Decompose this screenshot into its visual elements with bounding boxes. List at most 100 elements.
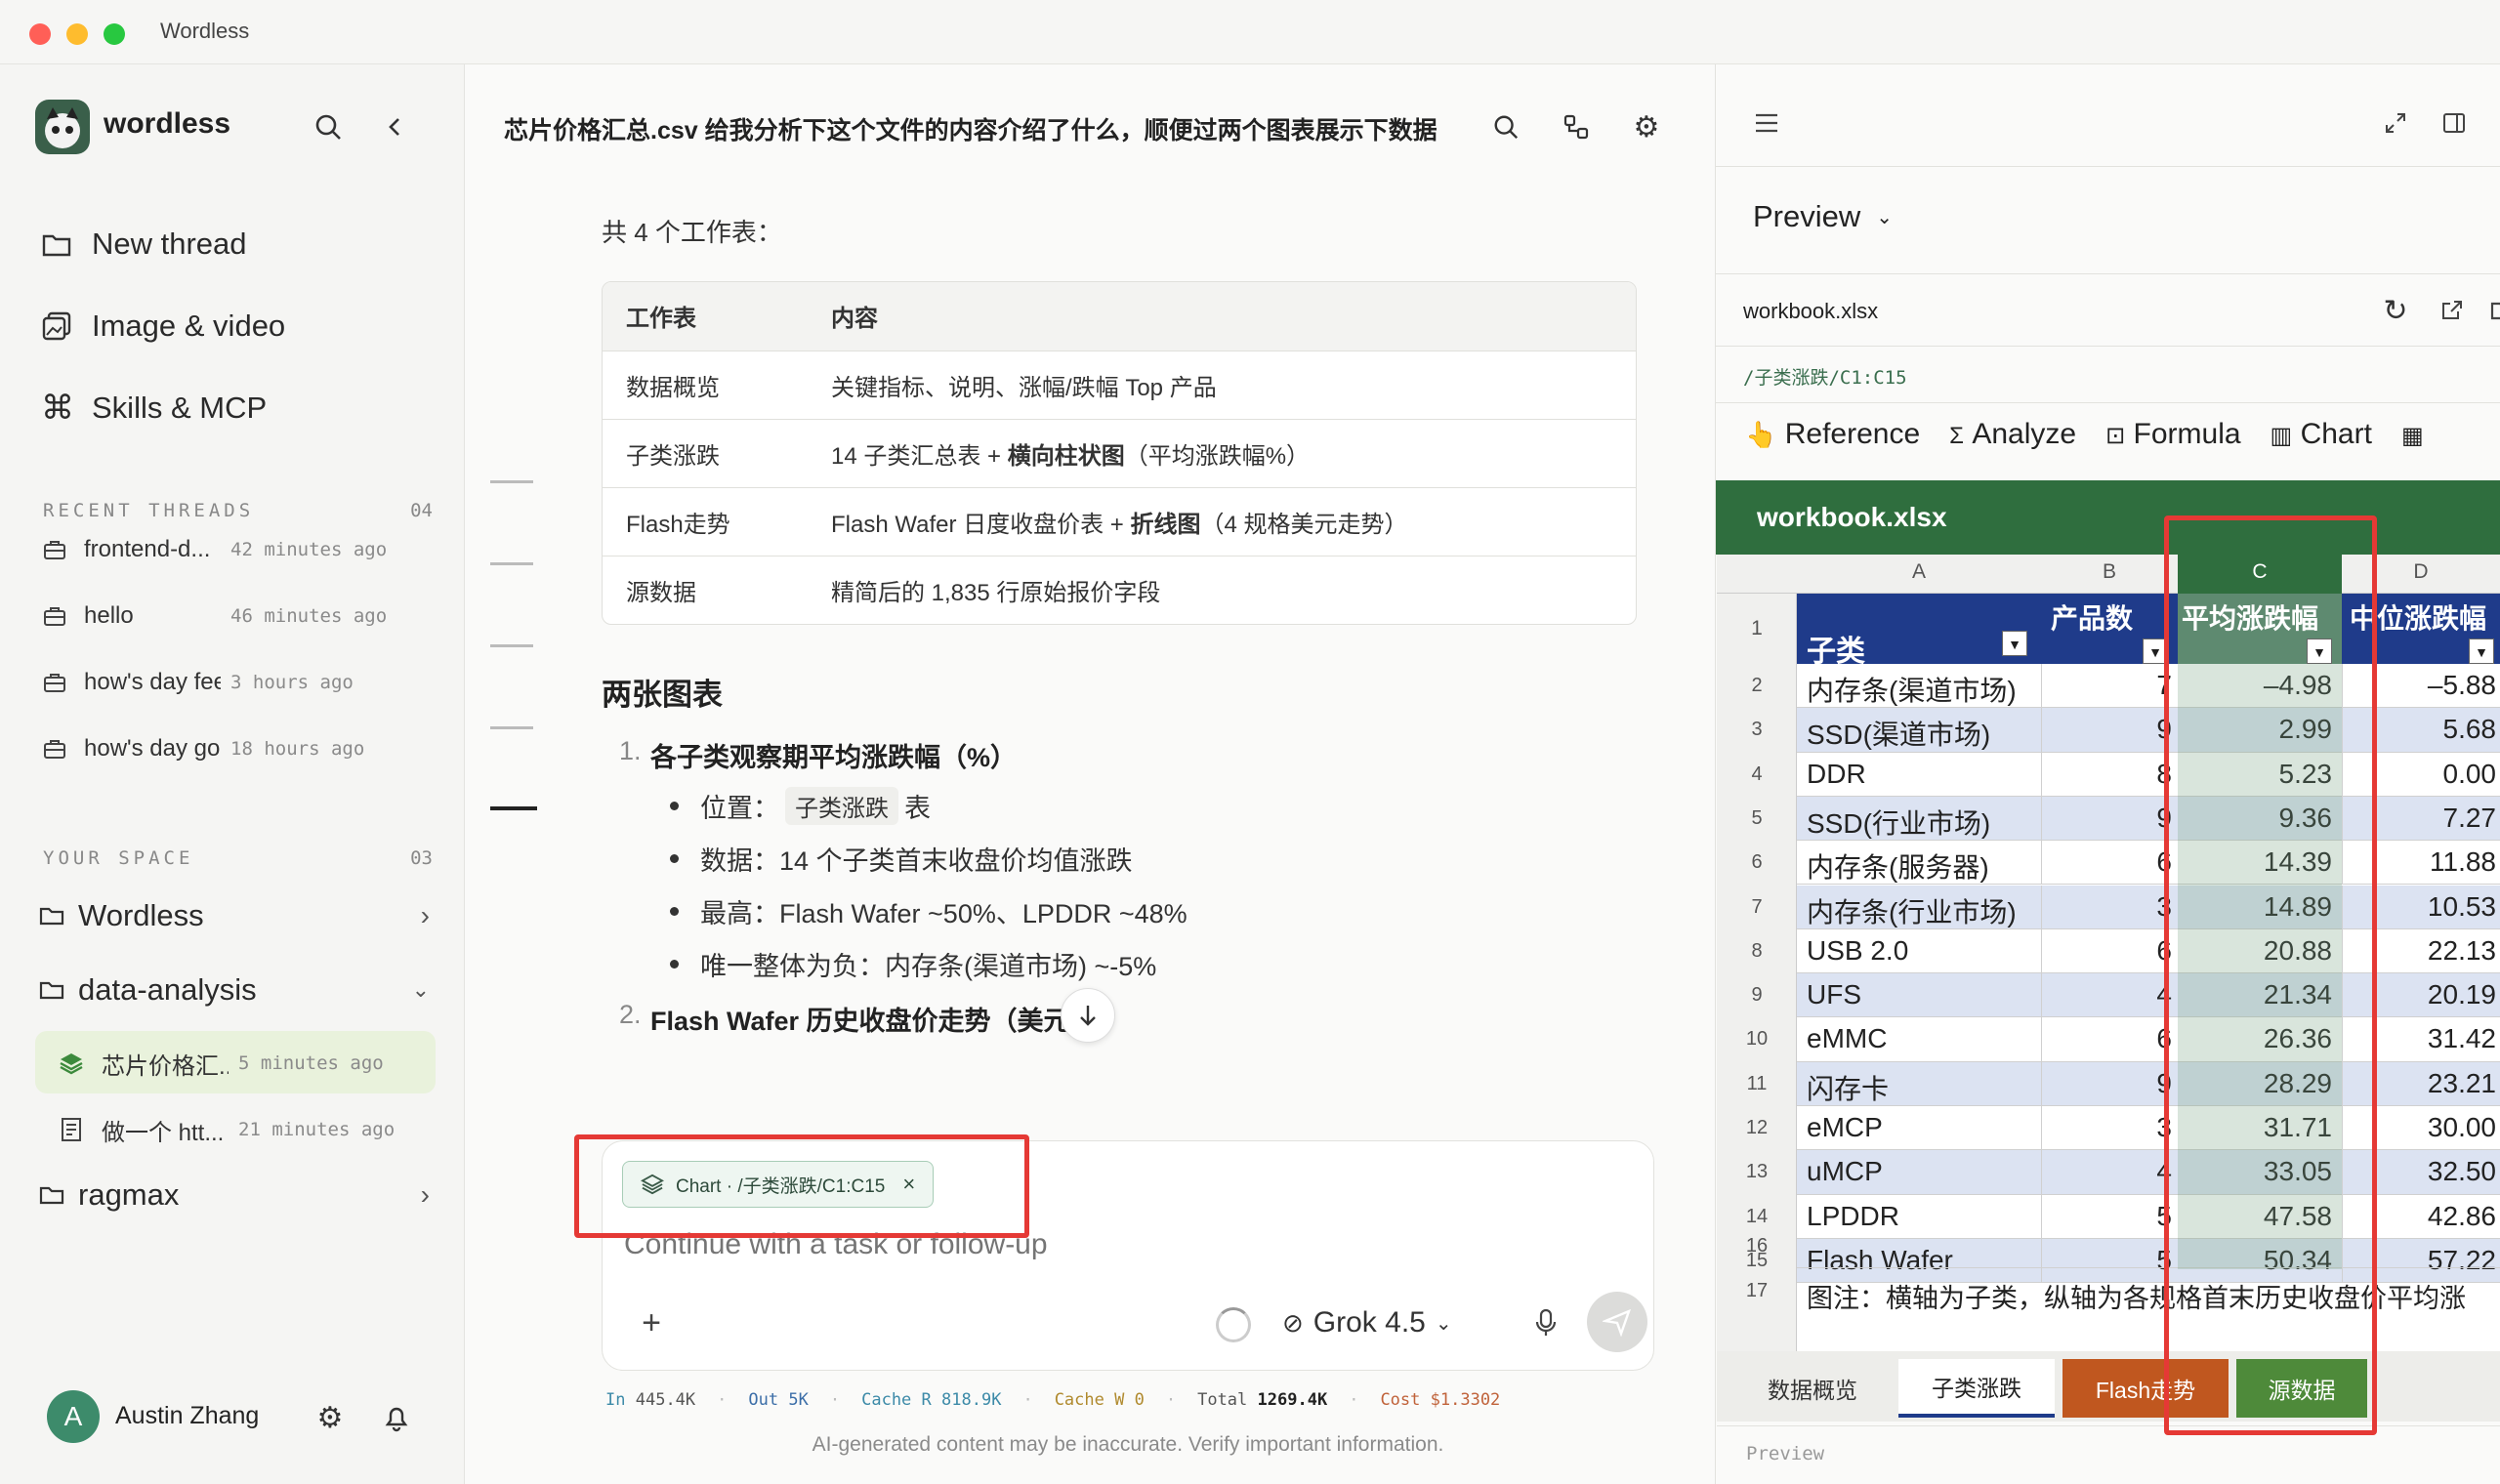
- table-header: 工作表: [603, 282, 808, 350]
- cell-product-count[interactable]: 5: [2045, 1245, 2172, 1276]
- cell-product-count[interactable]: 9: [2045, 714, 2172, 745]
- footnote-cell[interactable]: 图注：横轴为子类，纵轴为各规格首末历史收盘价平均涨: [1807, 1277, 2500, 1315]
- stat-sep: ·: [1022, 1390, 1033, 1410]
- cell-product-count[interactable]: 9: [2045, 1068, 2172, 1099]
- cell-product-count[interactable]: 9: [2045, 803, 2172, 834]
- tool-reference[interactable]: 👆 Reference: [1745, 418, 1920, 451]
- subthread-item[interactable]: 做一个 htt... 21 minutes ago: [59, 1105, 449, 1154]
- stat-key: Cache R: [861, 1390, 932, 1410]
- tool-analyze[interactable]: Σ Analyze: [1949, 418, 2076, 451]
- cell-subcategory[interactable]: Flash Wafer: [1807, 1245, 2037, 1276]
- model-selector[interactable]: ⊘ Grok 4.5 ⌄: [1282, 1303, 1452, 1342]
- filter-dropdown-icon[interactable]: ▼: [2002, 631, 2027, 656]
- scroll-mark[interactable]: [490, 644, 533, 647]
- tool-table[interactable]: ▦: [2401, 418, 2424, 451]
- cell-product-count[interactable]: 8: [2045, 759, 2172, 790]
- chevron-right-icon: ›: [420, 1179, 430, 1210]
- cell-subcategory[interactable]: eMMC: [1807, 1023, 2037, 1054]
- cell-subcategory[interactable]: 内存条(服务器): [1807, 846, 2037, 886]
- search-button[interactable]: [309, 107, 348, 146]
- bullet-data: 数据：14 个子类首末收盘价均值涨跌: [670, 840, 1133, 878]
- cell-subcategory[interactable]: 内存条(渠道市场): [1807, 670, 2037, 709]
- notifications-button[interactable]: [377, 1398, 416, 1437]
- cell-subcategory[interactable]: eMCP: [1807, 1112, 2037, 1143]
- stat-key: In: [605, 1390, 626, 1410]
- expand-button[interactable]: [2376, 103, 2415, 143]
- close-window-button[interactable]: [29, 23, 51, 45]
- hand-icon: 👆: [1745, 420, 1777, 449]
- header-cell[interactable]: 产品数: [2051, 598, 2178, 637]
- cell-subcategory[interactable]: uMCP: [1807, 1156, 2037, 1187]
- scroll-mark[interactable]: [490, 480, 533, 483]
- cell-product-count[interactable]: 4: [2045, 1156, 2172, 1187]
- stat-key: Out: [748, 1390, 779, 1410]
- cell-subcategory[interactable]: DDR: [1807, 759, 2037, 790]
- cell-subcategory[interactable]: 闪存卡: [1807, 1068, 2037, 1107]
- preview-mode-dropdown[interactable]: Preview ⌄: [1753, 199, 1893, 234]
- thread-item[interactable]: how's day goi... 18 hours ago: [43, 724, 434, 773]
- nav-image-video[interactable]: Image & video: [41, 299, 285, 353]
- filter-dropdown-icon[interactable]: ▼: [2469, 639, 2494, 664]
- sheet-tab[interactable]: 数据概览: [1734, 1359, 1891, 1418]
- row-number: 4: [1751, 763, 1763, 785]
- refresh-button[interactable]: ↻: [2376, 291, 2415, 330]
- table-cell: Flash走势: [603, 486, 808, 556]
- scroll-mark[interactable]: [490, 726, 533, 729]
- cell-product-count[interactable]: 3: [2045, 1112, 2172, 1143]
- toggle-panel-button[interactable]: [2435, 103, 2474, 143]
- spreadsheet-grid[interactable]: A B C D 1 子类 产品数 平均涨跌幅 中位涨跌幅 ▼ ▼ ▼ ▼ 2 内存…: [1717, 555, 2500, 1355]
- avatar[interactable]: A: [47, 1390, 100, 1443]
- search-thread-button[interactable]: [1486, 107, 1525, 146]
- send-button[interactable]: [1587, 1292, 1647, 1352]
- folder-data-analysis[interactable]: data-analysis ⌄: [39, 963, 430, 1017]
- voice-input-button[interactable]: [1526, 1303, 1565, 1342]
- thread-item[interactable]: frontend-d... 42 minutes ago: [43, 525, 434, 574]
- tool-label: Analyze: [1972, 418, 2077, 450]
- thread-settings-button[interactable]: ⚙: [1627, 107, 1666, 146]
- settings-button[interactable]: ⚙: [311, 1398, 350, 1437]
- add-attachment-button[interactable]: +: [632, 1303, 671, 1342]
- column-letter[interactable]: A: [1797, 560, 2041, 584]
- thread-item[interactable]: how's day feeli... 3 hours ago: [43, 658, 434, 707]
- open-folder-button[interactable]: [2483, 291, 2500, 330]
- cell-product-count[interactable]: 6: [2045, 1023, 2172, 1054]
- tool-formula[interactable]: ⊡ Formula: [2105, 418, 2240, 451]
- collapse-sidebar-button[interactable]: [375, 107, 414, 146]
- sheet-tab-active[interactable]: 子类涨跌: [1898, 1359, 2055, 1418]
- minimize-window-button[interactable]: [66, 23, 88, 45]
- scroll-down-button[interactable]: [1061, 988, 1115, 1043]
- branch-button[interactable]: [1557, 107, 1596, 146]
- cell-product-count[interactable]: 4: [2045, 979, 2172, 1010]
- column-letter[interactable]: B: [2041, 560, 2178, 584]
- bullet-high: 最高：Flash Wafer ~50%、LPDDR ~48%: [670, 892, 1188, 930]
- user-name: Austin Zhang: [115, 1402, 260, 1429]
- menu-icon: [1756, 113, 1777, 133]
- nav-skills-mcp[interactable]: ⌘ Skills & MCP: [41, 381, 267, 435]
- folder-name: ragmax: [78, 1177, 180, 1212]
- nav-new-thread[interactable]: New thread: [41, 217, 247, 271]
- menu-button[interactable]: [1747, 103, 1786, 143]
- recent-threads-header: RECENT THREADS: [43, 500, 255, 521]
- scroll-mark[interactable]: [490, 562, 533, 565]
- cell-product-count[interactable]: 6: [2045, 935, 2172, 967]
- cell-product-count[interactable]: 7: [2045, 670, 2172, 701]
- cell-text: 14 子类汇总表 +: [831, 442, 1008, 470]
- zoom-window-button[interactable]: [104, 23, 125, 45]
- folder-ragmax[interactable]: ragmax ›: [39, 1168, 430, 1222]
- tool-chart[interactable]: ▥ Chart: [2271, 418, 2372, 451]
- open-external-button[interactable]: [2433, 291, 2472, 330]
- stat-value: 818.9K: [941, 1390, 1002, 1410]
- cell-product-count[interactable]: 5: [2045, 1201, 2172, 1232]
- scroll-mark-active[interactable]: [490, 806, 537, 810]
- cell-subcategory[interactable]: LPDDR: [1807, 1201, 2037, 1232]
- cell-subcategory[interactable]: SSD(行业市场): [1807, 803, 2037, 842]
- thread-item[interactable]: hello 46 minutes ago: [43, 592, 434, 640]
- folder-wordless[interactable]: Wordless ›: [39, 888, 430, 943]
- cell-subcategory[interactable]: UFS: [1807, 979, 2037, 1010]
- cell-product-count[interactable]: 6: [2045, 846, 2172, 878]
- cell-subcategory[interactable]: SSD(渠道市场): [1807, 714, 2037, 753]
- cell-subcategory[interactable]: USB 2.0: [1807, 935, 2037, 967]
- cell-subcategory[interactable]: 内存条(行业市场): [1807, 891, 2037, 930]
- subthread-item-active[interactable]: 芯片价格汇... 5 minutes ago: [59, 1039, 449, 1088]
- cell-product-count[interactable]: 3: [2045, 891, 2172, 923]
